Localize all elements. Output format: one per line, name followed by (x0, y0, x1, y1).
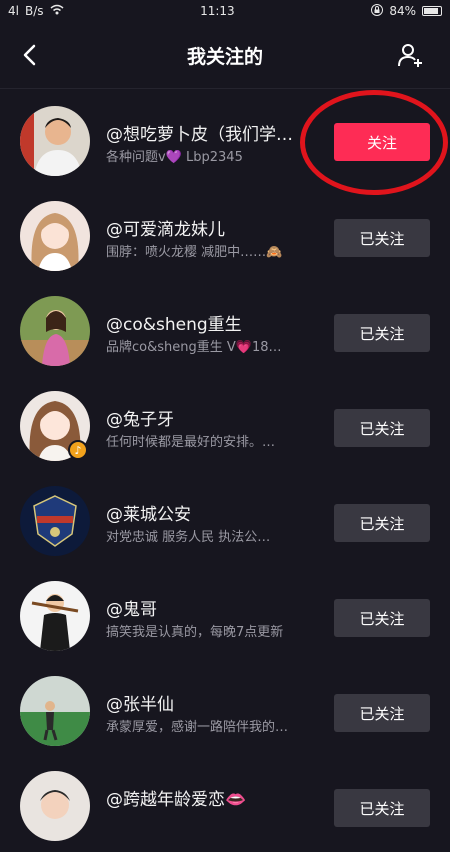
user-description: 承蒙厚爱，感谢一路陪伴我的… (106, 720, 289, 735)
signal-indicator: 4l (8, 4, 19, 18)
user-description: 任何时候都是最好的安排。… (106, 435, 276, 450)
page-title: 我关注的 (186, 46, 263, 68)
user-name[interactable]: @co&sheng重生 (106, 310, 316, 335)
user-name[interactable]: @可爱滴龙妹儿 (106, 215, 316, 240)
status-bar: 4l B/s 11:13 84% (0, 0, 450, 22)
user-name[interactable]: @鬼哥 (106, 595, 316, 620)
followed-button[interactable]: 已关注 (334, 789, 430, 827)
lock-icon (371, 3, 384, 19)
user-description: 对党忠诚 服务人民 执法公… (106, 530, 271, 545)
list-item[interactable]: ♪ @兔子牙 任何时候都是最好的安排。… 已关注 (0, 377, 450, 472)
list-item[interactable]: @可爱滴龙妹儿 围脖：喷火龙樱 减肥中……🙈 已关注 (0, 187, 450, 282)
music-note-icon: ♪ (68, 440, 88, 460)
followed-button[interactable]: 已关注 (334, 314, 430, 352)
battery-percent: 84% (389, 4, 416, 18)
list-item[interactable]: @鬼哥 搞笑我是认真的，每晚7点更新 已关注 (0, 567, 450, 662)
user-description: 品牌co&sheng重生 V💗18… (106, 340, 282, 355)
user-description: 搞笑我是认真的，每晚7点更新 (106, 625, 284, 640)
add-user-button[interactable] (394, 38, 428, 72)
clock: 11:13 (200, 4, 235, 18)
following-list: @想吃萝卜皮（我们学… 各种问题v💜 Lbp2345 关注 @可爱滴龙妹儿 围脖… (0, 92, 450, 852)
user-description: 围脖：喷火龙樱 减肥中……🙈 (106, 245, 283, 260)
avatar[interactable] (20, 486, 90, 556)
user-name[interactable]: @莱城公安 (106, 500, 316, 525)
user-name[interactable]: @张半仙 (106, 690, 316, 715)
followed-button[interactable]: 已关注 (334, 694, 430, 732)
nav-bar: 我关注的 (0, 22, 450, 89)
list-item[interactable]: @co&sheng重生 品牌co&sheng重生 V💗18… 已关注 (0, 282, 450, 377)
followed-button[interactable]: 已关注 (334, 409, 430, 447)
list-item[interactable]: @莱城公安 对党忠诚 服务人民 执法公… 已关注 (0, 472, 450, 567)
user-description: 各种问题v💜 Lbp2345 (106, 150, 243, 165)
user-name[interactable]: @兔子牙 (106, 405, 316, 430)
followed-button[interactable]: 已关注 (334, 219, 430, 257)
followed-button[interactable]: 已关注 (334, 504, 430, 542)
user-name[interactable]: @跨越年龄爱恋👄 (106, 785, 316, 810)
add-user-icon (398, 44, 422, 67)
user-name[interactable]: @想吃萝卜皮（我们学… (106, 120, 316, 145)
wifi-icon (50, 4, 64, 18)
avatar[interactable] (20, 771, 90, 841)
avatar[interactable] (20, 201, 90, 271)
network-speed: B/s (24, 4, 44, 18)
list-item[interactable]: @想吃萝卜皮（我们学… 各种问题v💜 Lbp2345 关注 (0, 92, 450, 187)
list-item[interactable]: @跨越年龄爱恋👄 已关注 (0, 757, 450, 852)
list-item[interactable]: @张半仙 承蒙厚爱，感谢一路陪伴我的… 已关注 (0, 662, 450, 757)
avatar[interactable] (20, 676, 90, 746)
avatar[interactable] (20, 296, 90, 366)
follow-button[interactable]: 关注 (334, 123, 430, 161)
battery-icon (421, 6, 442, 16)
avatar[interactable] (20, 106, 90, 176)
avatar[interactable] (20, 581, 90, 651)
followed-button[interactable]: 已关注 (334, 599, 430, 637)
